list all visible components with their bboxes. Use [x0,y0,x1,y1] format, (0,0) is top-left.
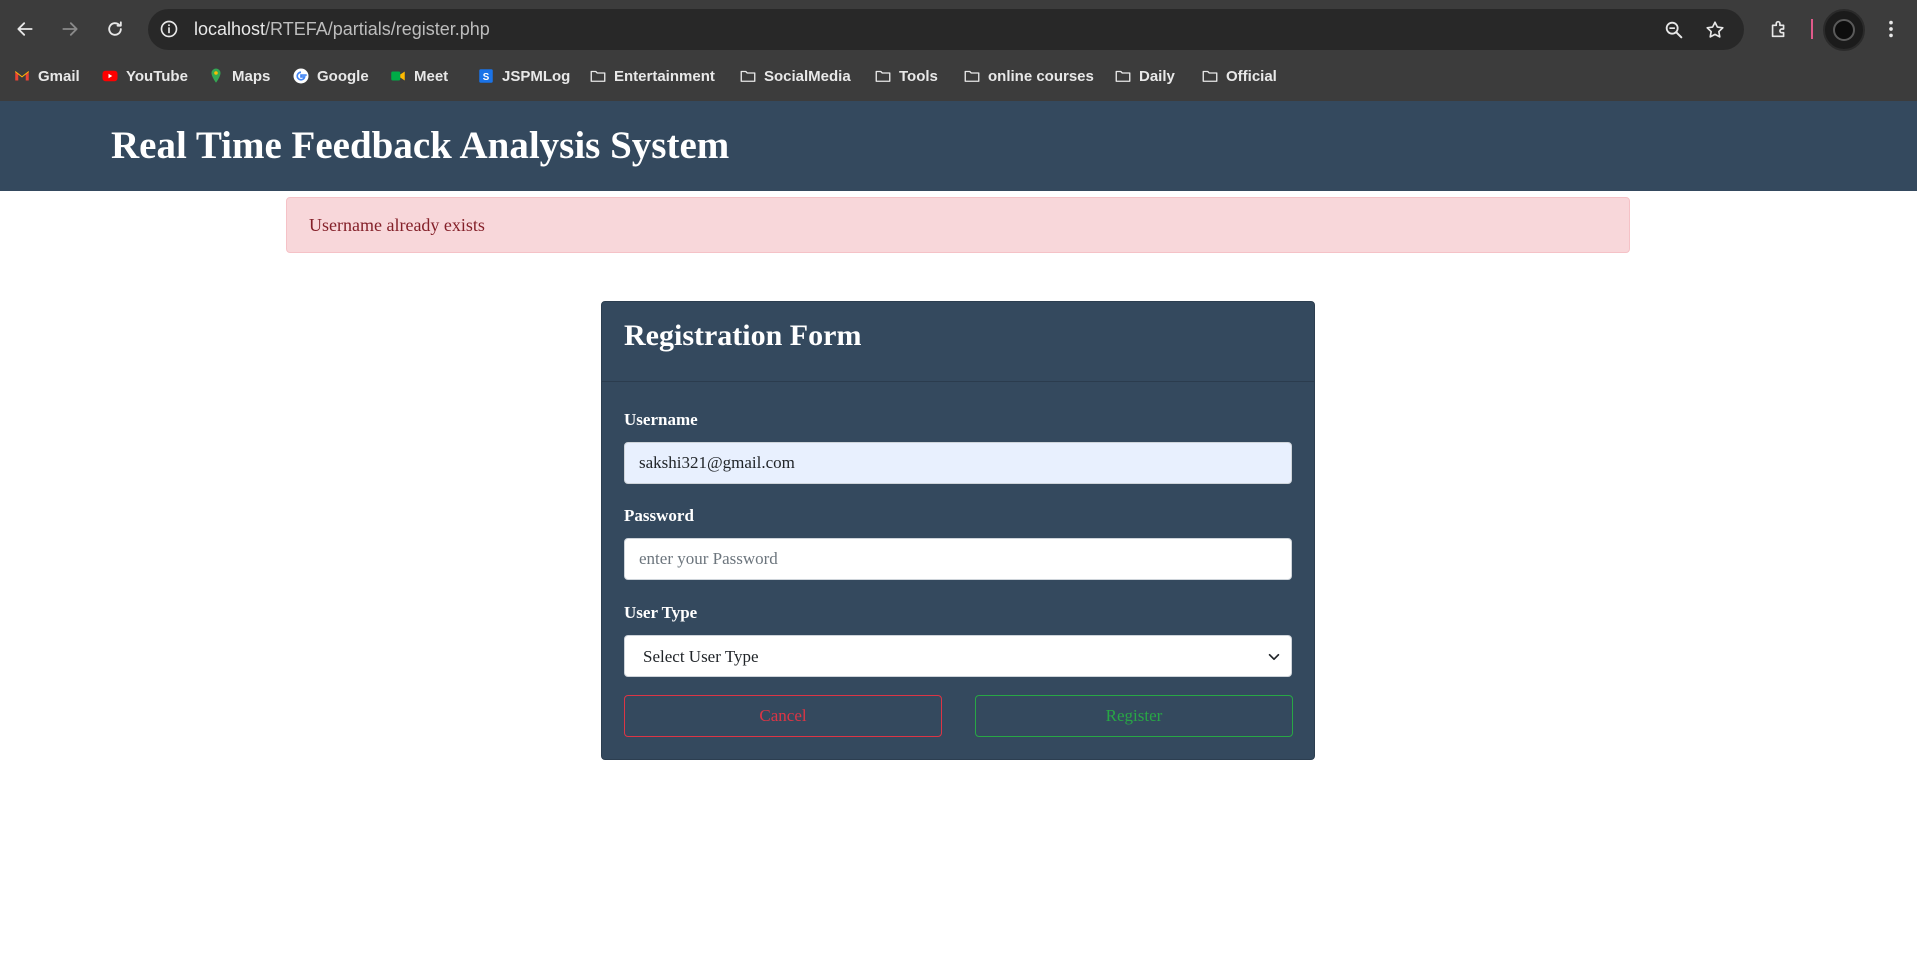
bookmark-label: Official [1226,67,1277,85]
jspmlog-icon: S [477,67,495,85]
url-text[interactable]: localhost/RTEFA/partials/register.php [194,19,490,40]
reload-button[interactable] [99,13,131,45]
bookmark-meet[interactable]: Meet [389,60,448,92]
site-title: Real Time Feedback Analysis System [111,124,730,167]
bookmark-google[interactable]: Google [292,60,369,92]
bookmark-star-icon[interactable] [1704,19,1726,41]
bookmark-label: Meet [414,67,449,85]
address-bar[interactable]: localhost/RTEFA/partials/register.php [148,9,1744,50]
bookmark-label: JSPMLog [502,67,571,85]
bookmark-label: Tools [899,67,938,85]
bookmark-gmail[interactable]: Gmail [13,60,80,92]
forward-arrow-icon [62,22,78,36]
forward-button[interactable] [54,13,86,45]
zoom-icon[interactable] [1663,19,1685,41]
folder-icon [739,67,757,85]
youtube-icon [101,67,119,85]
folder-icon [874,67,892,85]
menu-kebab-icon[interactable] [1876,14,1906,44]
bookmark-youtube[interactable]: YouTube [101,60,188,92]
profile-avatar[interactable] [1823,9,1865,51]
chevron-down-icon [1268,653,1280,661]
site-header: Real Time Feedback Analysis System [0,101,1917,191]
bookmark-label: Entertainment [614,67,715,85]
username-input[interactable] [624,442,1292,484]
user-type-select[interactable]: Select User Type [624,635,1292,677]
bookmark-folder-tools[interactable]: Tools [874,60,938,92]
error-alert: Username already exists [286,197,1630,253]
folder-icon [963,67,981,85]
bookmark-folder-entertainment[interactable]: Entertainment [589,60,715,92]
browser-toolbar: localhost/RTEFA/partials/register.php [0,0,1917,58]
folder-icon [1114,67,1132,85]
bookmark-label: YouTube [126,67,188,85]
password-label: Password [624,506,694,525]
bookmark-label: online courses [988,67,1094,85]
form-title: Registration Form [624,319,862,352]
bookmark-folder-official[interactable]: Official [1201,60,1277,92]
bookmark-folder-daily[interactable]: Daily [1114,60,1175,92]
site-info-icon[interactable] [159,19,179,39]
bookmark-folder-online-courses[interactable]: online courses [963,60,1094,92]
maps-icon [207,67,225,85]
bookmark-label: SocialMedia [764,67,851,85]
bookmark-jspmlog[interactable]: S JSPMLog [477,60,570,92]
bookmark-label: Maps [232,67,271,85]
bookmarks-bar: Gmail YouTube Maps Google Meet S JSPMLog… [0,60,1917,92]
folder-icon [589,67,607,85]
gmail-icon [13,67,31,85]
register-button[interactable]: Register [975,695,1293,737]
reload-icon [108,21,122,36]
bookmark-label: Google [317,67,369,85]
folder-icon [1201,67,1219,85]
extensions-icon[interactable] [1764,14,1794,44]
avatar-image [1833,19,1855,41]
username-label: Username [624,410,698,429]
bookmark-maps[interactable]: Maps [207,60,270,92]
cancel-button[interactable]: Cancel [624,695,942,737]
user-type-selected: Select User Type [643,647,759,666]
url-path: /RTEFA/partials/register.php [265,19,490,39]
alert-message: Username already exists [309,215,485,235]
registration-form: Registration Form Username Password User… [601,301,1315,760]
toolbar-divider [1811,19,1813,39]
bookmark-label: Daily [1139,67,1175,85]
user-type-label: User Type [624,603,698,622]
bookmark-folder-socialmedia[interactable]: SocialMedia [739,60,851,92]
meet-icon [389,67,407,85]
bookmark-label: Gmail [38,67,80,85]
google-icon [292,67,310,85]
svg-text:S: S [483,72,490,83]
back-arrow-icon [17,22,33,36]
browser-chrome: localhost/RTEFA/partials/register.php Gm… [0,0,1917,101]
form-header: Registration Form [602,302,1314,382]
url-host: localhost [194,19,266,39]
back-button[interactable] [9,13,41,45]
password-input[interactable] [624,538,1292,580]
